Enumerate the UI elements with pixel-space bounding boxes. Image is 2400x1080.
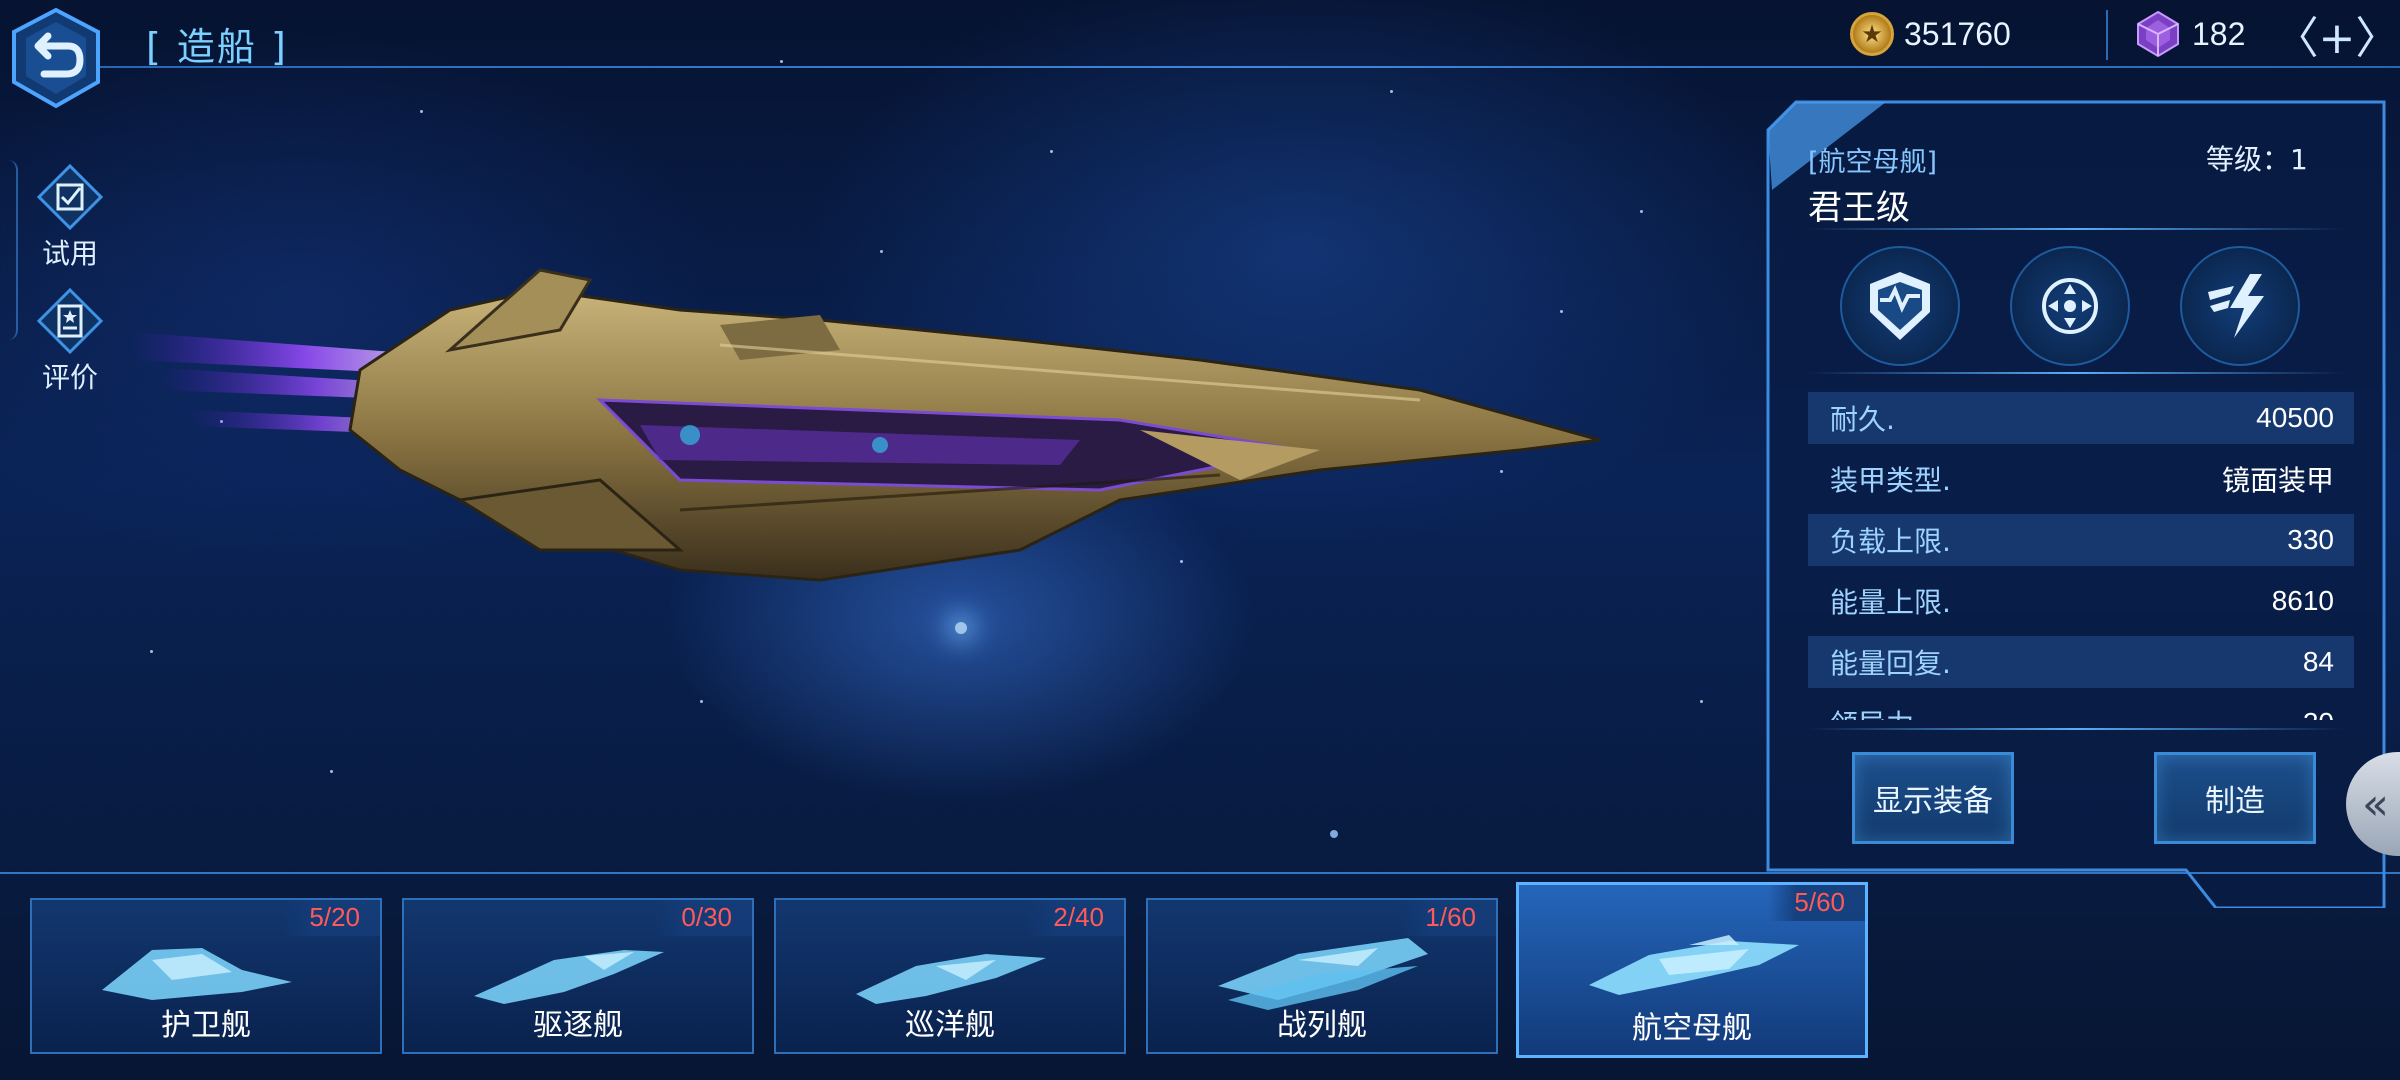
header-divider [2106, 10, 2108, 60]
stat-value: 84 [2302, 646, 2334, 677]
stat-value: 8610 [2271, 585, 2334, 616]
tab-label: 护卫舰 [161, 1008, 251, 1043]
stat-label: 耐久. [1830, 403, 1895, 436]
tab-label: 巡洋舰 [905, 1008, 995, 1043]
carrier-ship-model [130, 268, 1601, 582]
stat-row-armor-type: 装甲类型. 镜面装甲 [1808, 453, 2354, 505]
stat-row-durability: 耐久. 40500 [1808, 392, 2354, 444]
tab-count: 1/60 [1399, 900, 1496, 936]
ship-type-label: [航空母舰] [1808, 147, 1938, 178]
stat-value: 330 [2287, 524, 2334, 555]
stat-value: 20 [2303, 707, 2334, 720]
gold-amount: 351760 [1904, 15, 2011, 52]
back-button[interactable] [8, 6, 104, 110]
tab-destroyer[interactable]: 0/30 驱逐舰 [402, 898, 754, 1054]
stat-label: 能量回复. [1830, 647, 1951, 680]
tab-label: 驱逐舰 [533, 1008, 623, 1043]
tab-label: 战列舰 [1277, 1008, 1367, 1043]
battleship-ship-icon [1218, 938, 1428, 1010]
review-button[interactable]: 评价 [20, 287, 120, 398]
build-button[interactable]: 制造 [2154, 752, 2316, 844]
tab-bar-divider [0, 872, 2400, 874]
crosshair-icon [2042, 278, 2098, 334]
gold-coin-icon: ★ [1850, 12, 1894, 56]
gem-amount: 182 [2192, 15, 2246, 52]
level-value: 1 [2290, 143, 2308, 176]
cruiser-ship-icon [856, 954, 1046, 1004]
tab-battleship[interactable]: 1/60 战列舰 [1146, 898, 1498, 1054]
review-document-icon [36, 287, 104, 355]
panel-divider-3 [1806, 728, 2346, 730]
stat-label: 领导力. [1830, 703, 1923, 720]
tab-count: 2/40 [1027, 900, 1124, 936]
skill-shield[interactable] [1840, 246, 1960, 366]
ship-name: 君王级 [1808, 188, 1910, 228]
side-rail [0, 160, 18, 340]
stat-row-load-limit: 负载上限. 330 [1808, 514, 2354, 566]
double-chevron-left-icon: « [2362, 778, 2389, 830]
stat-label: 能量上限. [1830, 586, 1951, 619]
level-label: 等级： [2206, 143, 2291, 176]
page-title: [ 造船 ] [146, 25, 288, 69]
stat-label: 装甲类型. [1830, 464, 1951, 497]
armor-shield-icon [1870, 272, 1930, 340]
tab-label: 航空母舰 [1632, 1011, 1752, 1046]
top-bar: [ 造船 ] ★ 351760 182 〈+〉 [0, 0, 2400, 109]
ship-stats-list[interactable]: 耐久. 40500 装甲类型. 镜面装甲 负载上限. 330 能量上限. 861… [1808, 392, 2354, 720]
panel-divider-2 [1806, 372, 2346, 374]
gem-icon [2137, 10, 2179, 58]
trial-button[interactable]: 试用 [20, 163, 120, 274]
stat-row-leadership: 领导力. 20 [1808, 697, 2354, 720]
top-divider [100, 66, 2400, 68]
carrier-ship-icon [1589, 935, 1799, 995]
escort-ship-icon [102, 948, 292, 1000]
gem-counter: 182 [2134, 10, 2246, 58]
stat-row-energy-limit: 能量上限. 8610 [1808, 575, 2354, 627]
tab-count: 5/60 [1768, 885, 1865, 921]
stat-row-energy-regen: 能量回复. 84 [1808, 636, 2354, 688]
panel-divider [1806, 228, 2346, 230]
ship-level: 等级：1 [2206, 138, 2308, 178]
gold-counter: ★ 351760 [1850, 12, 2011, 56]
tab-count: 0/30 [655, 900, 752, 936]
add-currency-button[interactable]: 〈+〉 [2275, 8, 2400, 64]
stat-value: 40500 [2256, 402, 2334, 433]
skill-energy[interactable] [2180, 246, 2300, 366]
lightning-wings-icon [2208, 274, 2264, 338]
back-arrow-icon [12, 7, 100, 109]
trial-label: 试用 [41, 237, 98, 270]
skill-target[interactable] [2010, 246, 2130, 366]
stat-label: 负载上限. [1830, 525, 1951, 558]
tab-cruiser[interactable]: 2/40 巡洋舰 [774, 898, 1126, 1054]
review-label: 评价 [41, 361, 98, 394]
tab-count: 5/20 [283, 900, 380, 936]
show-equipment-button[interactable]: 显示装备 [1852, 752, 2014, 844]
destroyer-ship-icon [474, 950, 664, 1004]
tab-escort[interactable]: 5/20 护卫舰 [30, 898, 382, 1054]
checkbox-icon [36, 163, 104, 231]
stat-value: 镜面装甲 [2221, 465, 2334, 496]
tab-carrier[interactable]: 5/60 航空母舰 [1516, 882, 1868, 1058]
